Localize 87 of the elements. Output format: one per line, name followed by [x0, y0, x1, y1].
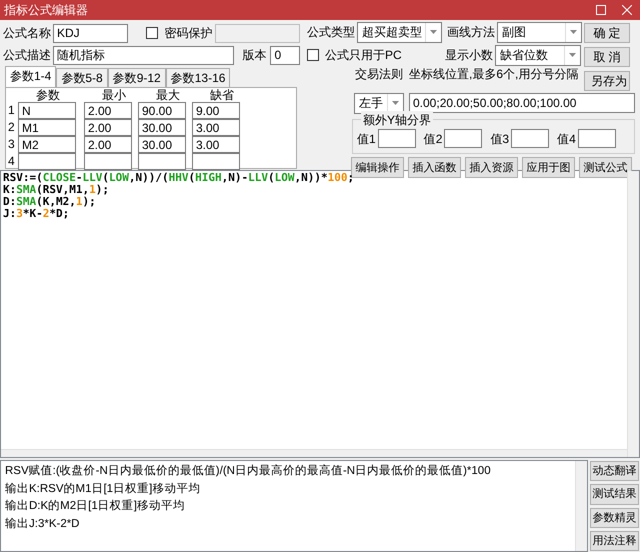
- param-field[interactable]: M1: [18, 119, 76, 136]
- code-line: D:SMA(K,M2,1);: [3, 196, 96, 208]
- param-field[interactable]: 30.00: [138, 136, 186, 153]
- field-label: 值4: [557, 130, 576, 148]
- column-header: 最小: [102, 88, 127, 102]
- row-number: 4: [8, 153, 16, 170]
- type-dropdown[interactable]: 超买超卖型: [357, 22, 442, 42]
- param-field[interactable]: [138, 153, 186, 170]
- value-field[interactable]: [444, 129, 482, 148]
- param-field[interactable]: 9.00: [192, 102, 240, 119]
- tab[interactable]: 参数5-8: [56, 68, 108, 87]
- column-header: 参数: [35, 88, 61, 102]
- side-button[interactable]: 用法注释: [590, 530, 639, 551]
- param-field[interactable]: M2: [18, 136, 76, 153]
- checkbox-label: 密码保护: [164, 25, 212, 42]
- field-label: 值2: [424, 130, 442, 148]
- caret-icon: [570, 30, 577, 34]
- param-field[interactable]: N: [18, 102, 76, 119]
- caret-icon: [392, 101, 399, 105]
- param-field[interactable]: 3.00: [192, 119, 240, 136]
- explanation-line: RSV赋值:(收盘价-N日内最低价的最低值)/(N日内最高价的最高值-N日内最低价的最低值)*100: [5, 463, 492, 479]
- dialog-button[interactable]: 确 定: [584, 23, 630, 43]
- value-field[interactable]: [578, 129, 616, 148]
- explanation-line: 输出J:3*K-2*D: [5, 516, 80, 532]
- code-line: K:SMA(RSV,M1,1);: [3, 184, 109, 196]
- dialog-button[interactable]: 另存为: [584, 71, 630, 91]
- tab[interactable]: 参数1-4: [5, 66, 56, 87]
- side-button[interactable]: 动态翻译: [590, 461, 639, 482]
- close-icon[interactable]: [622, 5, 632, 15]
- field-label: 交易法则: [355, 66, 403, 83]
- draw-dropdown[interactable]: 副图: [497, 22, 582, 42]
- row-number: 2: [8, 119, 16, 136]
- field-label: 版本: [242, 47, 266, 64]
- tab[interactable]: 参数9-12: [108, 68, 166, 87]
- field-label: 公式类型: [307, 24, 355, 41]
- toolbar-button[interactable]: 应用于图: [522, 157, 575, 178]
- dialog-button[interactable]: 取 消: [584, 47, 630, 67]
- version-field[interactable]: 0: [270, 46, 300, 64]
- param-field[interactable]: [84, 153, 132, 170]
- checkbox[interactable]: [307, 49, 319, 61]
- row-number: 1: [8, 102, 16, 119]
- checkbox[interactable]: [146, 27, 158, 39]
- code-line: J:3*K-2*D;: [3, 208, 70, 220]
- axis-field[interactable]: 0.00;20.00;50.00;80.00;100.00: [409, 93, 635, 113]
- scrollbar[interactable]: [575, 461, 587, 551]
- param-field[interactable]: [18, 153, 76, 170]
- caret-icon: [430, 30, 437, 34]
- name-field[interactable]: KDJ: [53, 24, 128, 42]
- field-label: 公式名称: [3, 25, 51, 42]
- field-label: 显示小数: [445, 47, 493, 64]
- checkbox-label: 公式只用于PC: [325, 47, 403, 64]
- field-label: 画线方法: [447, 24, 495, 41]
- param-field[interactable]: [192, 153, 240, 170]
- maximize-icon[interactable]: [596, 5, 606, 15]
- toolbar-button[interactable]: 测试公式: [579, 157, 632, 178]
- trade-dropdown[interactable]: 左手: [354, 92, 404, 114]
- side-button[interactable]: 测试结果: [590, 484, 639, 504]
- field-label: 值3: [490, 130, 510, 148]
- toolbar-button[interactable]: 插入资源: [465, 157, 518, 178]
- scrollbar[interactable]: [627, 171, 639, 457]
- explanation-line: 输出D:K的M2日[1日权重]移动平均: [5, 498, 186, 514]
- toolbar-button[interactable]: 编辑操作: [351, 157, 404, 178]
- window-title: 指标公式编辑器: [4, 2, 89, 19]
- tab[interactable]: 参数13-16: [166, 68, 230, 87]
- column-header: 缺省: [210, 88, 235, 102]
- value-field[interactable]: [511, 129, 550, 148]
- side-button[interactable]: 参数精灵: [590, 508, 639, 528]
- password-field[interactable]: [215, 24, 300, 42]
- field-label: 坐标线位置,最多6个,用分号分隔: [409, 66, 578, 83]
- column-header: 最大: [156, 88, 181, 102]
- param-field[interactable]: 2.00: [84, 102, 132, 119]
- group-title: 额外Y轴分界: [361, 111, 434, 129]
- description-field[interactable]: 随机指标: [53, 46, 234, 64]
- scrollbar[interactable]: [1, 449, 627, 457]
- explanation-line: 输出K:RSV的M1日[1日权重]移动平均: [5, 482, 202, 496]
- caret-icon: [569, 53, 576, 57]
- param-field[interactable]: 2.00: [84, 136, 132, 153]
- row-number: 3: [8, 136, 16, 153]
- param-field[interactable]: 90.00: [138, 102, 186, 119]
- value-field[interactable]: [378, 129, 416, 148]
- field-label: 值1: [357, 130, 376, 148]
- toolbar-button[interactable]: 插入函数: [408, 157, 461, 178]
- param-field[interactable]: 3.00: [192, 136, 240, 153]
- field-label: 公式描述: [3, 47, 51, 64]
- param-field[interactable]: 2.00: [84, 119, 132, 136]
- param-field[interactable]: 30.00: [138, 119, 186, 136]
- decimals-dropdown[interactable]: 缺省位数: [495, 44, 581, 66]
